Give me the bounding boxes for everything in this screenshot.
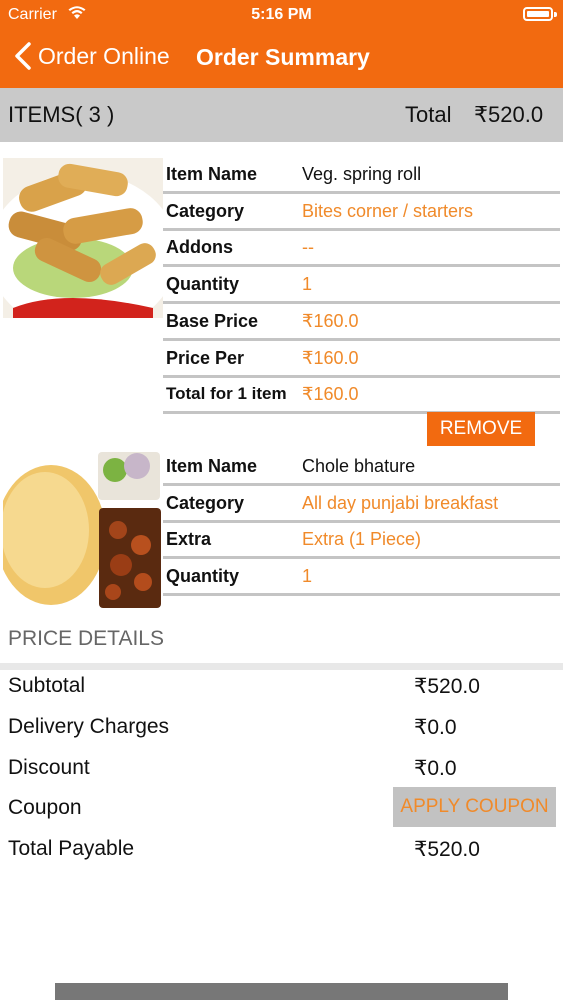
row-label: Addons [166, 237, 233, 257]
row-value: Bites corner / starters [302, 201, 474, 221]
subtotal-row: Subtotal ₹520.0 [0, 666, 563, 706]
row-value: 1 [302, 274, 313, 294]
delivery-label: Delivery Charges [8, 715, 170, 738]
row-value: ₹160.0 [302, 384, 359, 404]
clock: 5:16 PM [251, 6, 312, 23]
row-label: Category [166, 493, 245, 513]
back-label: Order Online [38, 42, 170, 69]
row-label: Item Name [166, 164, 258, 184]
battery-tip-icon [554, 12, 557, 17]
item-row-name: Item Name Chole bhature [163, 450, 560, 486]
row-value: Veg. spring roll [302, 164, 422, 184]
order-item: Item Name Chole bhature Category All day… [0, 450, 563, 610]
total-payable-label: Total Payable [8, 837, 135, 860]
total-payable-value: ₹520.0 [414, 838, 480, 861]
back-button[interactable]: Order Online [14, 42, 170, 70]
item-row-base-price: Base Price ₹160.0 [163, 305, 560, 341]
items-count: ITEMS( 3 ) [8, 102, 115, 127]
chevron-left-icon [15, 42, 31, 70]
row-value: Extra (1 Piece) [302, 529, 422, 549]
chole-bhature-photo [3, 450, 163, 610]
total-value: ₹520.0 [474, 102, 544, 127]
item-row-price-per: Price Per ₹160.0 [163, 342, 560, 378]
discount-label: Discount [8, 756, 90, 779]
navigation-bar: Order Online Order Summary [0, 30, 563, 88]
total-label: Total [405, 102, 452, 127]
delivery-value: ₹0.0 [414, 716, 457, 739]
apply-coupon-button[interactable]: APPLY COUPON [393, 787, 556, 827]
delivery-row: Delivery Charges ₹0.0 [0, 707, 563, 747]
row-label: Quantity [166, 274, 240, 294]
item-row-total: Total for 1 item ₹160.0 [163, 378, 560, 414]
coupon-label: Coupon [8, 796, 82, 819]
row-value: -- [302, 237, 314, 257]
coupon-row: Coupon APPLY COUPON [0, 787, 563, 828]
spring-roll-photo [3, 158, 163, 318]
row-label: Quantity [166, 566, 240, 586]
subtotal-label: Subtotal [8, 674, 86, 697]
row-label: Total for 1 item [166, 384, 287, 403]
row-label: Item Name [166, 456, 258, 476]
row-label: Base Price [166, 311, 259, 331]
battery-icon [523, 7, 553, 21]
row-label: Category [166, 201, 245, 221]
item-row-quantity: Quantity 1 [163, 560, 560, 596]
item-row-category: Category Bites corner / starters [163, 195, 560, 231]
item-row-category: Category All day punjabi breakfast [163, 487, 560, 523]
price-details-header: PRICE DETAILS [0, 617, 563, 670]
row-label: Extra [166, 529, 212, 549]
item-row-quantity: Quantity 1 [163, 268, 560, 304]
row-label: Price Per [166, 348, 245, 368]
row-value: All day punjabi breakfast [302, 493, 499, 513]
total-payable-row: Total Payable ₹520.0 [0, 829, 563, 869]
row-value: 1 [302, 566, 313, 586]
item-row-addons: Addons -- [163, 231, 560, 267]
subtotal-value: ₹520.0 [414, 675, 480, 698]
row-value: Chole bhature [302, 456, 416, 476]
items-summary-bar: ITEMS( 3 ) Total ₹520.0 [0, 88, 563, 142]
row-value: ₹160.0 [302, 348, 359, 368]
remove-button[interactable]: REMOVE [427, 412, 535, 446]
discount-row: Discount ₹0.0 [0, 748, 563, 788]
row-value: ₹160.0 [302, 311, 359, 331]
item-row-extra: Extra Extra (1 Piece) [163, 523, 560, 559]
price-details-title: PRICE DETAILS [8, 627, 164, 650]
discount-value: ₹0.0 [414, 757, 457, 780]
order-item: Item Name Veg. spring roll Category Bite… [0, 158, 563, 448]
page-title: Order Summary [196, 44, 370, 70]
status-bar: Carrier 5:16 PM [0, 0, 563, 30]
bottom-bar[interactable] [55, 983, 508, 1000]
item-row-name: Item Name Veg. spring roll [163, 158, 560, 194]
